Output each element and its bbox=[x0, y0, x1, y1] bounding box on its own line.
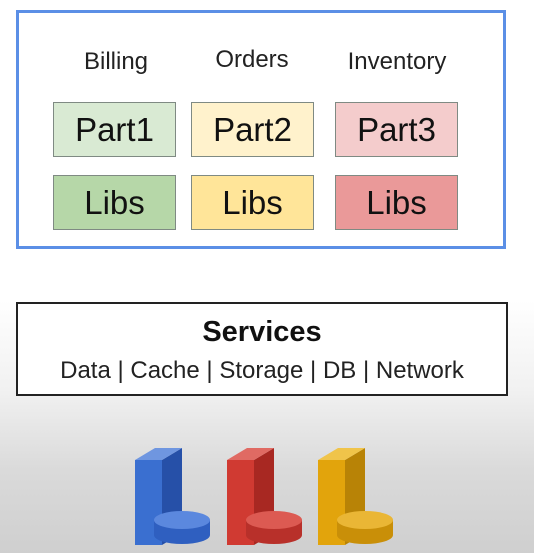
inventory-header: Inventory bbox=[347, 48, 447, 75]
orders-libs-box: Libs bbox=[191, 175, 314, 230]
services-box: Services Data | Cache | Storage | DB | N… bbox=[16, 302, 508, 396]
services-list: Data | Cache | Storage | DB | Network bbox=[60, 357, 464, 384]
database-icon bbox=[130, 440, 230, 553]
inventory-libs-box: Libs bbox=[335, 175, 458, 230]
part3-box: Part3 bbox=[335, 102, 458, 157]
part1-box: Part1 bbox=[53, 102, 176, 157]
services-title: Services bbox=[202, 316, 322, 348]
database-icon bbox=[313, 440, 413, 553]
billing-libs-box: Libs bbox=[53, 175, 176, 230]
database-icon bbox=[222, 440, 322, 553]
diagram-canvas: { "application": { "columns": [ {"header… bbox=[0, 0, 534, 553]
billing-header: Billing bbox=[83, 48, 149, 75]
part2-box: Part2 bbox=[191, 102, 314, 157]
orders-header: Orders bbox=[215, 46, 289, 73]
